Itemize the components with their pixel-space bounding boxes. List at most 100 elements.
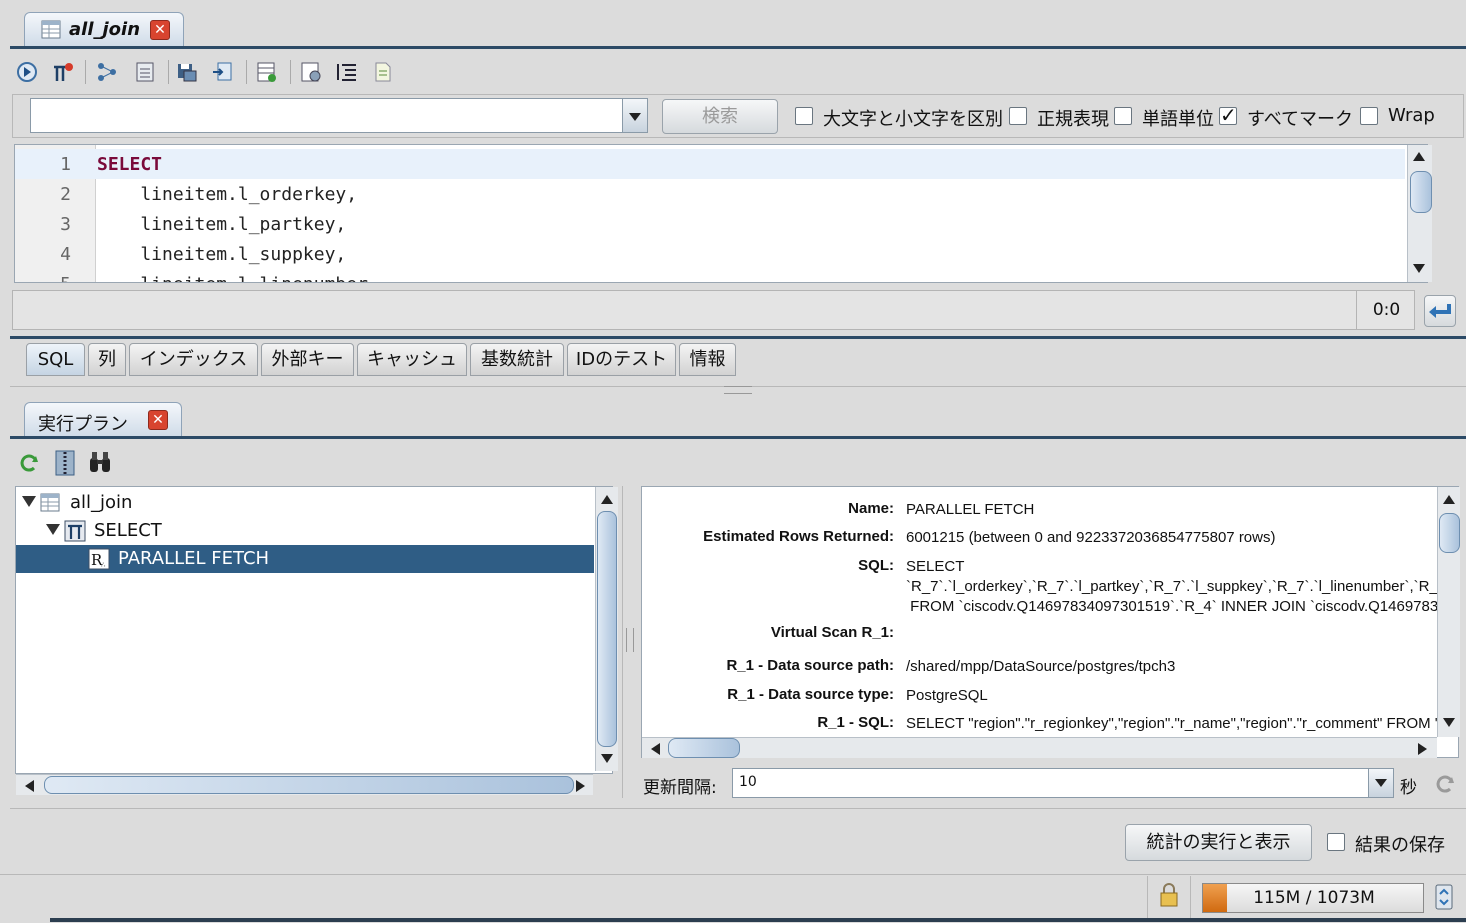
expand-toggle-icon[interactable] bbox=[46, 524, 60, 535]
tab-2[interactable]: インデックス bbox=[129, 343, 258, 376]
scroll-thumb[interactable] bbox=[1439, 513, 1460, 553]
search-option-checkbox-4[interactable] bbox=[1360, 107, 1378, 125]
table-icon bbox=[40, 492, 62, 519]
refresh-interval-value: 10 bbox=[739, 774, 757, 790]
memory-indicator[interactable]: 115M / 1073M bbox=[1202, 883, 1424, 913]
detail-key: R_1 - Data source path: bbox=[726, 657, 894, 674]
add-row-icon[interactable] bbox=[256, 61, 278, 83]
divider bbox=[10, 808, 1466, 809]
code-text: lineitem.l_orderkey, bbox=[97, 184, 357, 205]
scroll-up-icon[interactable] bbox=[1438, 490, 1460, 510]
scroll-down-icon[interactable] bbox=[1438, 713, 1460, 733]
format-icon[interactable] bbox=[336, 61, 358, 83]
line-number: 2 bbox=[60, 184, 71, 205]
tab-1[interactable]: 列 bbox=[88, 343, 126, 376]
save-icon[interactable] bbox=[176, 61, 198, 83]
close-plan-tab-icon[interactable]: ✕ bbox=[148, 410, 168, 430]
tree-node[interactable]: R ∴ PARALLEL FETCH bbox=[16, 545, 594, 573]
search-option-label-3: すべてマーク bbox=[1247, 109, 1354, 130]
expand-toggle-icon[interactable] bbox=[22, 496, 36, 507]
tab-5[interactable]: 基数統計 bbox=[470, 343, 564, 376]
details-horizontal-scrollbar[interactable] bbox=[642, 737, 1437, 758]
scroll-thumb[interactable] bbox=[597, 511, 617, 747]
zip-icon[interactable] bbox=[54, 450, 76, 476]
plan-tree[interactable]: all_join SELECT R ∴ PARALLEL FETCH bbox=[15, 486, 613, 774]
settings-icon[interactable] bbox=[300, 61, 322, 83]
explain-plan-icon[interactable] bbox=[52, 61, 74, 83]
tab-3[interactable]: 外部キー bbox=[261, 343, 354, 376]
scroll-up-icon[interactable] bbox=[1408, 147, 1430, 167]
code-text: SELECT bbox=[97, 154, 162, 175]
export-icon[interactable] bbox=[212, 61, 234, 83]
chevron-down-icon[interactable] bbox=[1368, 769, 1393, 797]
tree-horizontal-scrollbar[interactable] bbox=[16, 774, 593, 795]
scroll-right-icon[interactable] bbox=[570, 777, 592, 797]
run-statistics-button[interactable]: 統計の実行と表示 bbox=[1125, 824, 1312, 861]
scroll-thumb[interactable] bbox=[1410, 171, 1432, 213]
editor-vertical-scrollbar[interactable] bbox=[1407, 145, 1432, 282]
svg-text:∴: ∴ bbox=[101, 561, 106, 569]
detail-key: SQL: bbox=[858, 557, 894, 574]
tab-4[interactable]: キャッシュ bbox=[357, 343, 467, 376]
detail-key: Estimated Rows Returned: bbox=[703, 528, 894, 545]
code-content: lineitem.l_linenumber, bbox=[97, 274, 378, 282]
scroll-left-icon[interactable] bbox=[646, 740, 668, 760]
search-option-checkbox-2[interactable] bbox=[1114, 107, 1132, 125]
garbage-collect-icon[interactable] bbox=[1435, 884, 1453, 910]
sql-keyword: SELECT bbox=[97, 154, 163, 175]
lock-icon[interactable] bbox=[1158, 882, 1180, 908]
print-icon[interactable] bbox=[134, 61, 156, 83]
refresh-interval-input[interactable]: 10 bbox=[732, 768, 1394, 798]
editor-status-bar: 0:0 bbox=[12, 290, 1415, 330]
editor-toolbar bbox=[10, 57, 410, 87]
tree-vertical-scrollbar[interactable] bbox=[595, 487, 618, 771]
scroll-thumb[interactable] bbox=[668, 738, 740, 758]
scroll-left-icon[interactable] bbox=[20, 777, 42, 797]
code-line[interactable]: 5 lineitem.l_linenumber, bbox=[15, 269, 1405, 282]
scroll-thumb[interactable] bbox=[44, 776, 574, 794]
code-line[interactable]: 2 lineitem.l_orderkey, bbox=[15, 179, 1405, 209]
scroll-up-icon[interactable] bbox=[596, 490, 618, 510]
document-tab-all-join[interactable]: all_join ✕ bbox=[24, 12, 184, 47]
tree-node[interactable]: all_join bbox=[16, 489, 594, 517]
document-tab-label: all_join bbox=[69, 19, 141, 40]
detail-value: /shared/mpp/DataSource/postgres/tpch3 bbox=[906, 658, 1176, 675]
tab-0[interactable]: SQL bbox=[26, 343, 85, 376]
document-icon[interactable] bbox=[372, 61, 394, 83]
close-tab-icon[interactable]: ✕ bbox=[150, 20, 170, 40]
chevron-down-icon[interactable] bbox=[622, 99, 647, 132]
pane-splitter-handle[interactable] bbox=[626, 628, 634, 652]
code-line[interactable]: 3 lineitem.l_partkey, bbox=[15, 209, 1405, 239]
tree-node-label: PARALLEL FETCH bbox=[118, 548, 270, 569]
code-line[interactable]: 4 lineitem.l_suppkey, bbox=[15, 239, 1405, 269]
search-option-checkbox-1[interactable] bbox=[1009, 107, 1027, 125]
save-results-checkbox[interactable] bbox=[1327, 833, 1345, 851]
scroll-down-icon[interactable] bbox=[1408, 259, 1430, 279]
search-option-label-4: Wrap bbox=[1388, 105, 1435, 126]
return-icon[interactable] bbox=[1424, 295, 1456, 327]
search-option-checkbox-0[interactable] bbox=[795, 107, 813, 125]
tree-node[interactable]: SELECT bbox=[16, 517, 594, 545]
execution-plan-tab-label: 実行プラン bbox=[38, 414, 128, 435]
diagram-icon[interactable] bbox=[96, 61, 118, 83]
execution-plan-tab[interactable]: 実行プラン ✕ bbox=[24, 402, 182, 437]
refresh-unit: 秒 bbox=[1400, 778, 1417, 798]
scroll-down-icon[interactable] bbox=[596, 749, 618, 769]
splitter-handle[interactable] bbox=[724, 386, 752, 394]
details-vertical-scrollbar[interactable] bbox=[1437, 487, 1460, 737]
scroll-right-icon[interactable] bbox=[1412, 740, 1434, 760]
search-option-checkbox-3[interactable] bbox=[1219, 103, 1237, 127]
sql-editor[interactable]: 1 SELECT 2 lineitem.l_orderkey, 3 lineitem.… bbox=[14, 144, 1428, 283]
pane-splitter[interactable] bbox=[622, 486, 623, 798]
search-button[interactable]: 検索 bbox=[662, 99, 778, 134]
divider bbox=[1190, 876, 1191, 920]
code-line[interactable]: 1 SELECT bbox=[15, 149, 1405, 179]
binoculars-icon[interactable] bbox=[88, 450, 112, 474]
execute-icon[interactable] bbox=[16, 61, 38, 83]
tab-7[interactable]: 情報 bbox=[679, 343, 736, 376]
tree-node-label: SELECT bbox=[94, 520, 162, 541]
auto-refresh-icon[interactable] bbox=[1434, 773, 1456, 795]
search-input[interactable] bbox=[30, 98, 648, 133]
tab-6[interactable]: IDのテスト bbox=[567, 343, 676, 376]
refresh-icon[interactable] bbox=[18, 452, 40, 474]
